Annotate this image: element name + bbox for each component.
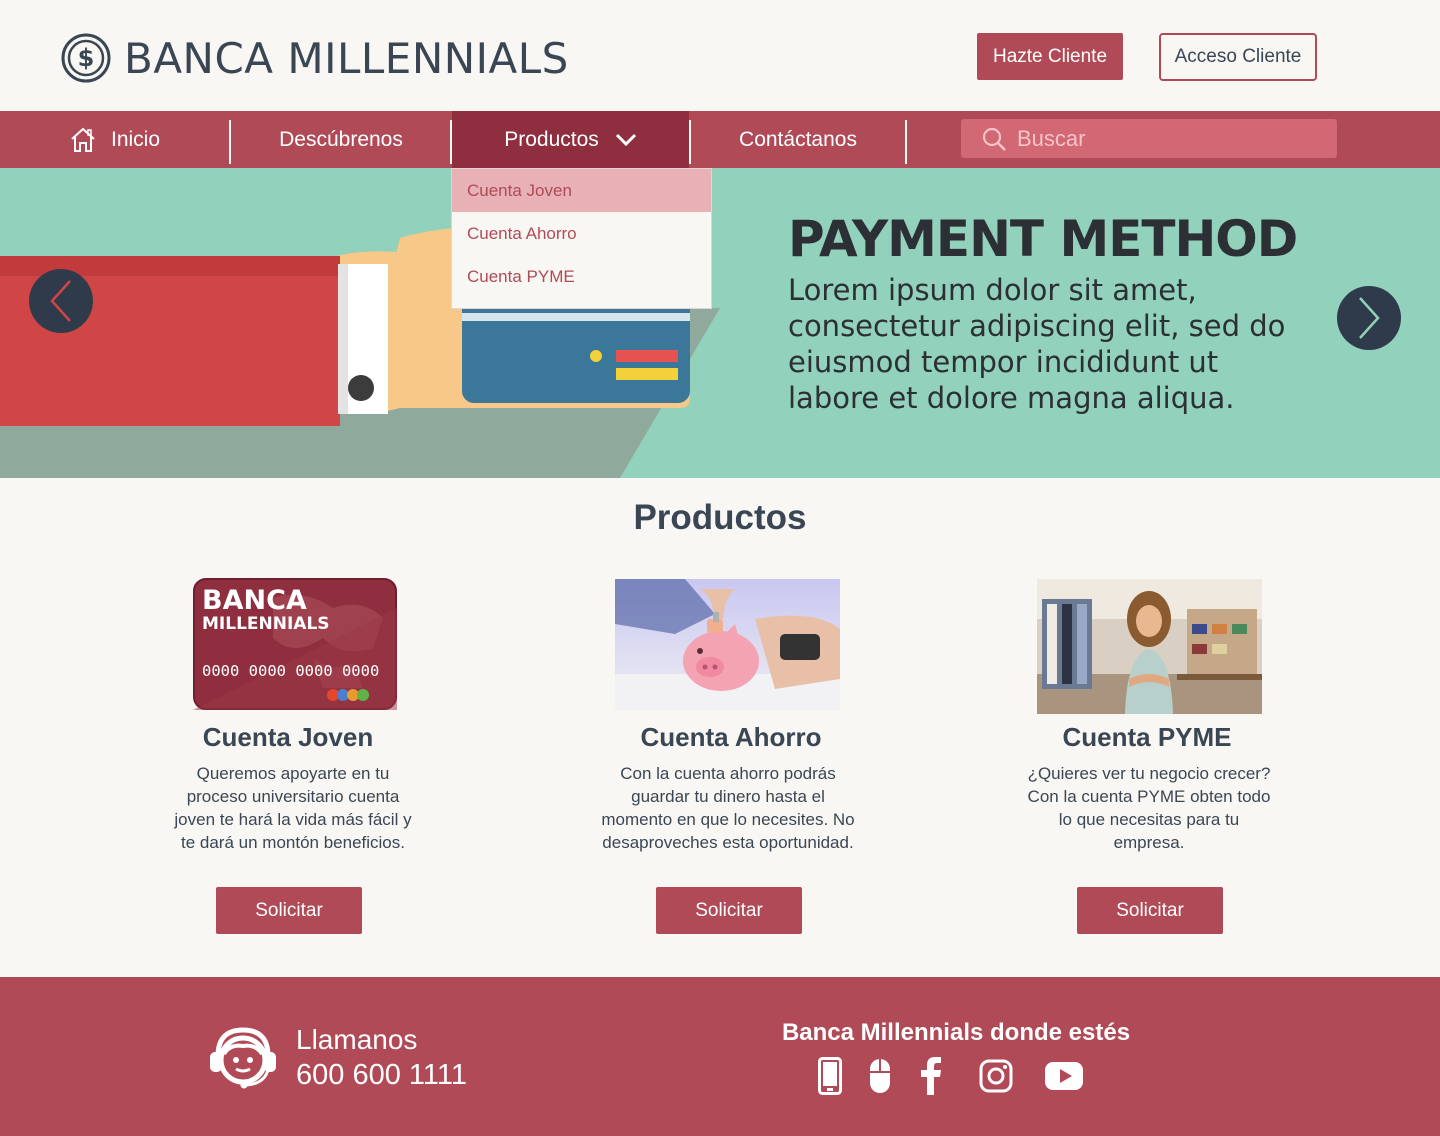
chevron-down-icon (615, 133, 636, 146)
search-icon[interactable] (981, 126, 1007, 152)
solicitar-button-cuenta-ahorro[interactable]: Solicitar (656, 887, 802, 934)
credit-card-image: BANCA MILLENNIALS 0000 0000 0000 0000 (193, 578, 397, 710)
youtube-icon[interactable] (1044, 1057, 1084, 1095)
search-input[interactable] (1017, 125, 1317, 152)
nav-label-productos: Productos (504, 127, 599, 151)
dollar-coin-icon: $ (61, 33, 111, 83)
nav-item-contactanos[interactable]: Contáctanos (691, 111, 905, 168)
call-center-agent-icon (210, 1027, 276, 1089)
nav-item-descubrenos[interactable]: Descúbrenos (231, 111, 451, 168)
instagram-icon[interactable] (979, 1057, 1013, 1095)
card-number: 0000 0000 0000 0000 (202, 662, 379, 680)
nav-item-productos[interactable]: Productos (452, 111, 689, 168)
chevron-right-icon (1359, 297, 1380, 339)
footer: Llamanos 600 600 1111 Banca Millennials … (0, 977, 1440, 1136)
hero-text: Lorem ipsum dolor sit amet, consectetur … (788, 273, 1286, 415)
dropdown-item-cuenta-joven[interactable]: Cuenta Joven (452, 169, 711, 212)
dropdown-item-cuenta-ahorro[interactable]: Cuenta Ahorro (452, 212, 711, 255)
carousel-prev-button[interactable] (29, 269, 93, 333)
product-desc-cuenta-pyme: ¿Quieres ver tu negocio crecer? Con la c… (1027, 764, 1271, 852)
mobile-icon[interactable] (818, 1057, 842, 1095)
signup-button[interactable]: Hazte Cliente (977, 33, 1123, 80)
product-title-cuenta-ahorro: Cuenta Ahorro (640, 722, 822, 752)
main-nav: Inicio Descúbrenos Productos Contáctanos (0, 111, 1440, 168)
mouse-icon[interactable] (868, 1057, 892, 1095)
solicitar-button-cuenta-pyme[interactable]: Solicitar (1077, 887, 1223, 934)
hero-banner: PAYMENT METHOD Lorem ipsum dolor sit ame… (0, 168, 1440, 478)
nav-label-contactanos: Contáctanos (739, 127, 857, 151)
header: $ BANCA MILLENNIALS Hazte Cliente Acceso… (0, 0, 1440, 111)
business-owner-image (1037, 579, 1262, 714)
product-desc-cuenta-ahorro: Con la cuenta ahorro podrás guardar tu d… (601, 764, 855, 852)
carousel-next-button[interactable] (1337, 286, 1401, 350)
dropdown-item-cuenta-pyme[interactable]: Cuenta PYME (452, 255, 711, 298)
piggy-bank-image (615, 579, 840, 710)
brand-name: BANCA MILLENNIALS (124, 33, 569, 83)
solicitar-button-cuenta-joven[interactable]: Solicitar (216, 887, 362, 934)
products-heading: Productos (633, 498, 807, 537)
nav-item-inicio[interactable]: Inicio (0, 111, 229, 168)
search-box[interactable] (961, 119, 1337, 158)
product-desc-cuenta-joven: Queremos apoyarte en tu proceso universi… (174, 764, 412, 852)
nav-divider (905, 120, 907, 164)
product-title-cuenta-pyme: Cuenta PYME (1062, 722, 1232, 752)
card-brand-line1: BANCA (202, 585, 307, 616)
social-title: Banca Millennials donde estés (781, 1019, 1131, 1046)
products-dropdown: Cuenta Joven Cuenta Ahorro Cuenta PYME (451, 168, 712, 309)
logo[interactable]: $ BANCA MILLENNIALS (60, 32, 569, 84)
chevron-left-icon (50, 280, 71, 322)
svg-text:$: $ (78, 44, 95, 72)
card-brand-line2: MILLENNIALS (202, 614, 330, 634)
facebook-icon[interactable] (920, 1057, 942, 1095)
hero-title: PAYMENT METHOD (788, 210, 1298, 268)
phone-number[interactable]: 600 600 1111 (296, 1059, 467, 1092)
login-button[interactable]: Acceso Cliente (1159, 33, 1317, 81)
nav-label-descubrenos: Descúbrenos (279, 127, 403, 151)
product-title-cuenta-joven: Cuenta Joven (202, 722, 374, 752)
call-label: Llamanos (296, 1024, 418, 1055)
home-icon (71, 127, 95, 152)
nav-label-inicio: Inicio (110, 127, 161, 151)
